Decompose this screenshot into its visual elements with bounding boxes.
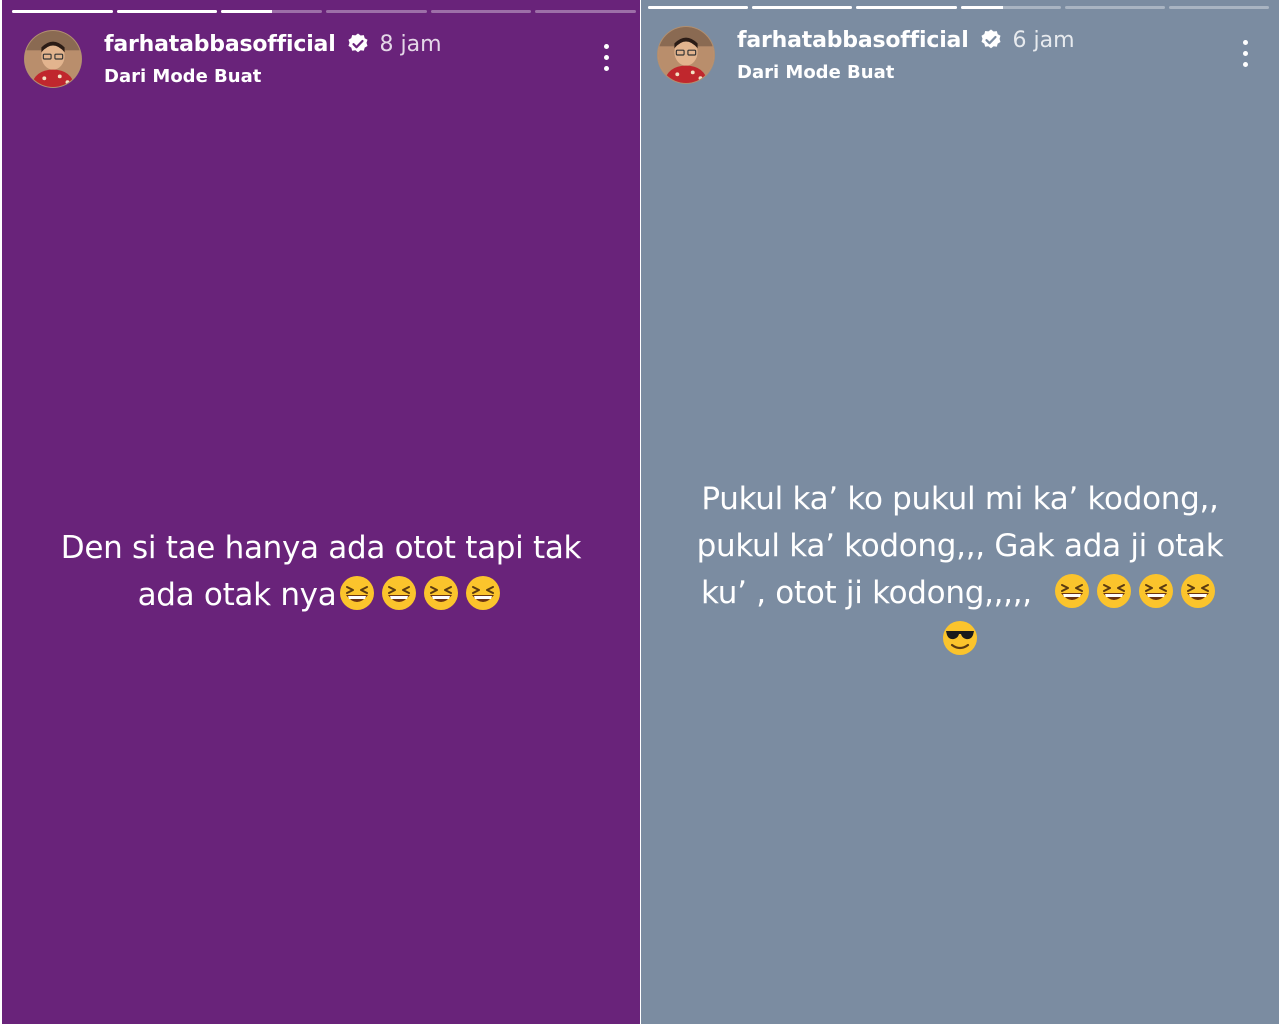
caption-line: Den si tae hanya ada otot tapi tak [60,530,582,566]
grinning-squinting-face-icon [1180,573,1216,609]
story-panel-left[interactable]: farhatabbasofficial 8 jam Dari Mode Buat… [2,0,640,1024]
story-timestamp: 8 jam [379,31,442,57]
more-options-icon[interactable] [1239,38,1251,72]
more-options-icon[interactable] [600,42,612,76]
grinning-squinting-face-icon [1138,573,1174,609]
progress-segment [752,6,853,9]
progress-segment [535,10,637,13]
grinning-squinting-face-icon [339,575,375,611]
progress-segment [1064,6,1165,9]
caption-line: ada otak nya [22,572,620,619]
caption-line: Pukul ka’ ko pukul mi ka’ kodong,, [701,481,1219,517]
smiling-face-with-sunglasses-icon [942,620,978,656]
username[interactable]: farhatabbasofficial [104,32,336,57]
grinning-squinting-face-icon [423,575,459,611]
username[interactable]: farhatabbasofficial [737,28,969,53]
progress-segment [221,10,323,13]
story-subtitle[interactable]: Dari Mode Buat [737,62,894,83]
story-caption: Pukul ka’ ko pukul mi ka’ kodong,, pukul… [661,476,1259,664]
story-caption: Den si tae hanya ada otot tapi tak ada o… [22,525,620,619]
story-progress-bar [648,6,1270,9]
caption-line: ku’ , otot ji kodong,,,,, [661,570,1259,617]
progress-segment [960,6,1061,9]
grinning-squinting-face-icon [1054,573,1090,609]
progress-segment [648,6,749,9]
story-header: farhatabbasofficial 8 jam Dari Mode Buat [24,30,620,90]
caption-line [661,617,1259,664]
caption-text: ada otak nya [137,577,337,613]
avatar[interactable] [657,26,715,84]
progress-segment [116,10,218,13]
story-panel-right[interactable]: farhatabbasofficial 6 jam Dari Mode Buat… [641,0,1279,1024]
grinning-squinting-face-icon [465,575,501,611]
avatar[interactable] [24,30,82,88]
grinning-squinting-face-icon [1096,573,1132,609]
story-header: farhatabbasofficial 6 jam Dari Mode Buat [657,26,1259,86]
grinning-squinting-face-icon [381,575,417,611]
story-progress-bar [12,10,637,13]
progress-segment [326,10,427,13]
verified-badge-icon [346,32,370,56]
caption-line: pukul ka’ kodong,,, Gak ada ji otak [696,528,1224,564]
caption-text: ku’ , otot ji kodong,,,,, [701,575,1032,611]
progress-segment [856,6,957,9]
progress-segment [430,10,532,13]
story-subtitle[interactable]: Dari Mode Buat [104,66,261,87]
story-timestamp: 6 jam [1012,27,1075,53]
verified-badge-icon [979,28,1003,52]
progress-segment [1168,6,1270,9]
progress-segment [12,10,113,13]
